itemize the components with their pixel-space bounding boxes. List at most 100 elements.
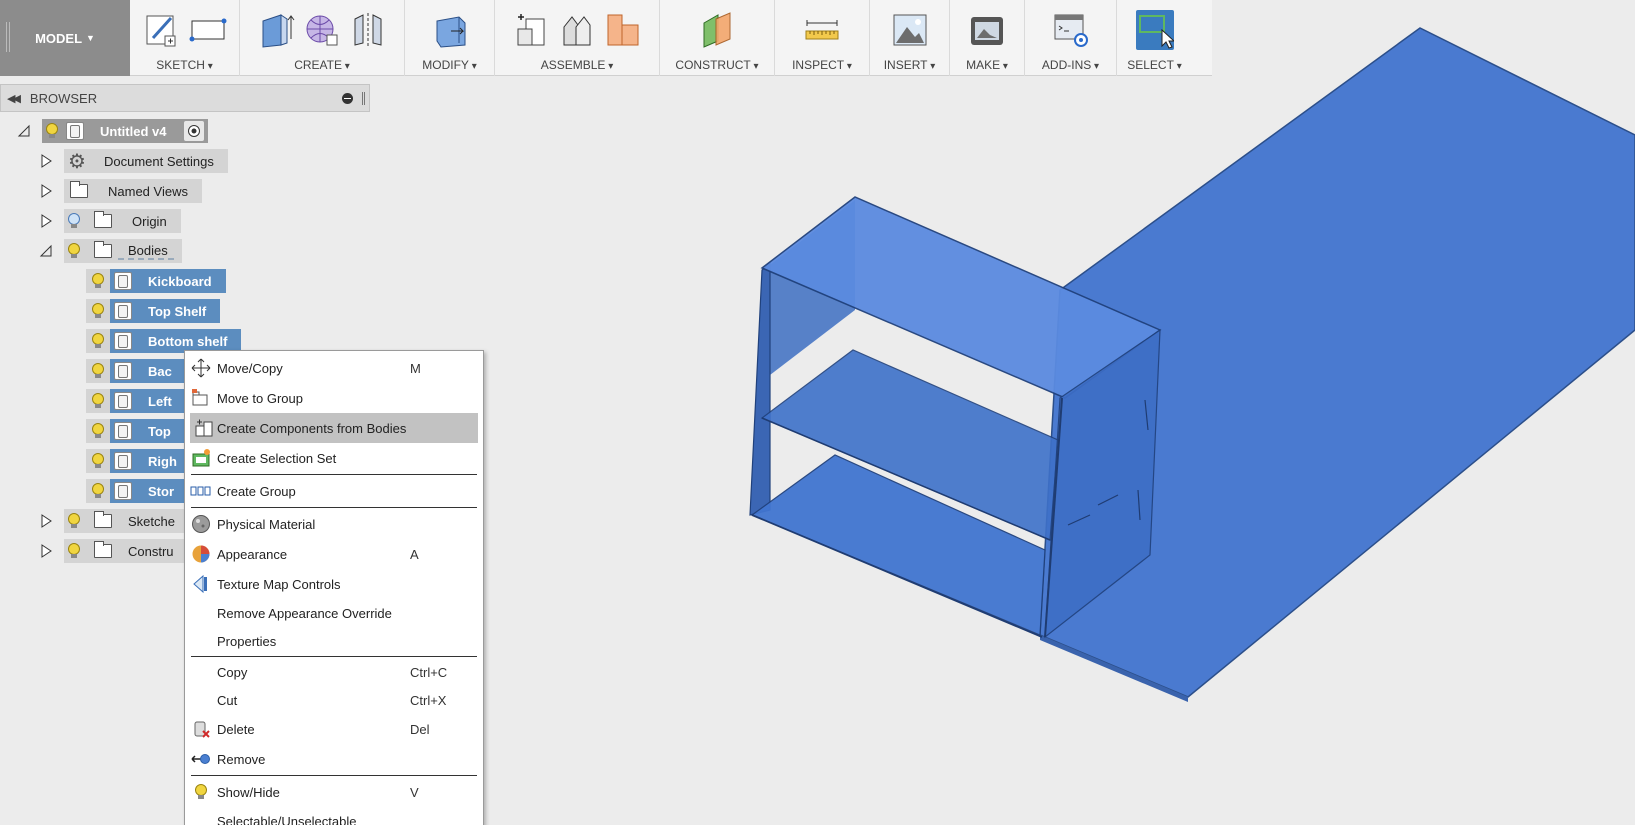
insert-image-icon[interactable] (891, 10, 929, 50)
tree-row-document-settings[interactable]: ⚙ Document Settings (36, 148, 228, 174)
visibility-bulb-icon[interactable] (86, 299, 110, 323)
visibility-bulb-icon[interactable] (86, 479, 110, 503)
move-arrows-icon (185, 353, 217, 383)
toolbar-group-add-ins[interactable]: ADD-INS (1025, 0, 1117, 76)
toolbar-group-create[interactable]: CREATE (240, 0, 405, 76)
expand-toggle-icon[interactable] (36, 181, 56, 201)
menu-item-move-to-group[interactable]: Move to Group (185, 383, 483, 413)
menu-item-create-selection-set[interactable]: Create Selection Set (185, 443, 483, 473)
menu-item-copy[interactable]: Copy Ctrl+C (185, 658, 483, 686)
visibility-bulb-icon[interactable] (86, 419, 110, 443)
tree-row-bodies[interactable]: Bodies (36, 238, 182, 264)
tree-row-body[interactable]: Kickboard (86, 268, 226, 294)
tree-row-body[interactable]: Left (86, 388, 186, 414)
expand-toggle-icon[interactable] (14, 121, 34, 141)
menu-shortcut: V (410, 784, 419, 800)
select-icon[interactable] (1135, 10, 1174, 50)
menu-item-create-components[interactable]: Create Components from Bodies (190, 413, 478, 443)
body-icon (114, 422, 132, 440)
toolbar-group-assemble[interactable]: ASSEMBLE (495, 0, 660, 76)
toolbar-group-inspect[interactable]: INSPECT (775, 0, 870, 76)
workspace-switcher[interactable]: MODEL ▼ (0, 0, 130, 76)
joint-icon[interactable] (558, 10, 596, 50)
tree-row-body[interactable]: Stor (86, 478, 188, 504)
scripts-icon[interactable] (1052, 10, 1090, 50)
expand-toggle-icon[interactable] (36, 541, 56, 561)
browser-header[interactable]: ◀◀ BROWSER (0, 84, 370, 112)
body-icon (114, 362, 132, 380)
menu-item-remove-appearance-override[interactable]: Remove Appearance Override (185, 599, 483, 627)
visibility-bulb-icon[interactable] (86, 359, 110, 383)
expand-toggle-icon[interactable] (36, 511, 56, 531)
assemble-menu-label: ASSEMBLE (541, 58, 614, 72)
tree-row-body[interactable]: Top (86, 418, 185, 444)
toolbar-group-construct[interactable]: CONSTRUCT (660, 0, 775, 76)
lightbulb-icon (185, 777, 217, 807)
menu-item-label: Appearance (217, 546, 288, 562)
menu-item-move-copy[interactable]: Move/Copy M (185, 353, 483, 383)
visibility-bulb-icon[interactable] (86, 449, 110, 473)
tree-row-body[interactable]: Righ (86, 448, 191, 474)
offset-plane-icon[interactable] (698, 10, 736, 50)
3d-print-icon[interactable] (968, 10, 1006, 50)
new-component-icon[interactable] (512, 10, 550, 50)
tree-row-origin[interactable]: Origin (36, 208, 181, 234)
menu-item-show-hide[interactable]: Show/Hide V (185, 777, 483, 807)
tree-row-construction[interactable]: Constru (36, 538, 188, 564)
menu-item-label: Remove Appearance Override (217, 605, 392, 621)
toolbar-group-make[interactable]: MAKE (950, 0, 1025, 76)
construction-label: Constru (128, 543, 174, 559)
menu-item-label: Delete (217, 721, 255, 737)
visibility-bulb-icon[interactable] (44, 121, 60, 141)
menu-item-properties[interactable]: Properties (185, 627, 483, 655)
extrude-icon[interactable] (257, 10, 295, 50)
collapse-panel-icon[interactable]: ◀◀ (7, 92, 21, 105)
toolbar-group-sketch[interactable]: SKETCH (130, 0, 240, 76)
menu-item-selectable[interactable]: Selectable/Unselectable (185, 807, 483, 825)
tree-row-body[interactable]: Top Shelf (86, 298, 221, 324)
form-icon[interactable] (303, 10, 341, 50)
menu-item-cut[interactable]: Cut Ctrl+X (185, 686, 483, 714)
as-built-joint-icon[interactable] (604, 10, 642, 50)
visibility-bulb-icon[interactable] (66, 241, 82, 261)
menu-shortcut: Del (410, 721, 430, 737)
menu-item-appearance[interactable]: Appearance A (185, 539, 483, 569)
construct-menu-label: CONSTRUCT (675, 58, 758, 72)
create-sketch-icon[interactable] (143, 10, 181, 50)
menu-item-physical-material[interactable]: Physical Material (185, 509, 483, 539)
minimize-icon[interactable] (342, 93, 353, 104)
tree-row-body[interactable]: Bac (86, 358, 186, 384)
menu-item-remove[interactable]: Remove (185, 744, 483, 774)
visibility-bulb-off-icon[interactable] (66, 211, 82, 231)
tree-row-root[interactable]: Untitled v4 (14, 118, 209, 144)
expand-toggle-icon[interactable] (36, 211, 56, 231)
activate-radio-icon[interactable] (184, 121, 205, 141)
menu-item-label: Properties (217, 633, 277, 649)
tree-row-named-views[interactable]: Named Views (36, 178, 202, 204)
visibility-bulb-icon[interactable] (86, 329, 110, 353)
expand-toggle-icon[interactable] (36, 151, 56, 171)
menu-item-texture-map-controls[interactable]: Texture Map Controls (185, 569, 483, 599)
rectangle-sketch-icon[interactable] (189, 10, 227, 50)
collapse-toggle-icon[interactable] (36, 241, 56, 261)
press-pull-icon[interactable] (431, 10, 469, 50)
menu-item-create-group[interactable]: Create Group (185, 476, 483, 506)
toolbar-group-insert[interactable]: INSERT (870, 0, 950, 76)
menu-item-delete[interactable]: Delete Del (185, 714, 483, 744)
measure-icon[interactable] (803, 10, 841, 50)
menu-item-label: Move/Copy (217, 360, 283, 376)
visibility-bulb-icon[interactable] (66, 541, 82, 561)
toolbar-group-select[interactable]: SELECT (1117, 0, 1192, 76)
named-views-label: Named Views (108, 183, 188, 199)
toolbar-group-modify[interactable]: MODIFY (405, 0, 495, 76)
tree-row-sketches[interactable]: Sketche (36, 508, 189, 534)
visibility-bulb-icon[interactable] (66, 511, 82, 531)
folder-move-icon (185, 383, 217, 413)
visibility-bulb-icon[interactable] (86, 389, 110, 413)
sketch-menu-label: SKETCH (156, 58, 213, 72)
context-menu: Move/Copy M Move to Group Create Compone… (184, 350, 484, 825)
insert-menu-label: INSERT (884, 58, 936, 72)
panel-grip-icon[interactable] (362, 92, 365, 105)
mirror-icon[interactable] (349, 10, 387, 50)
visibility-bulb-icon[interactable] (86, 269, 110, 293)
